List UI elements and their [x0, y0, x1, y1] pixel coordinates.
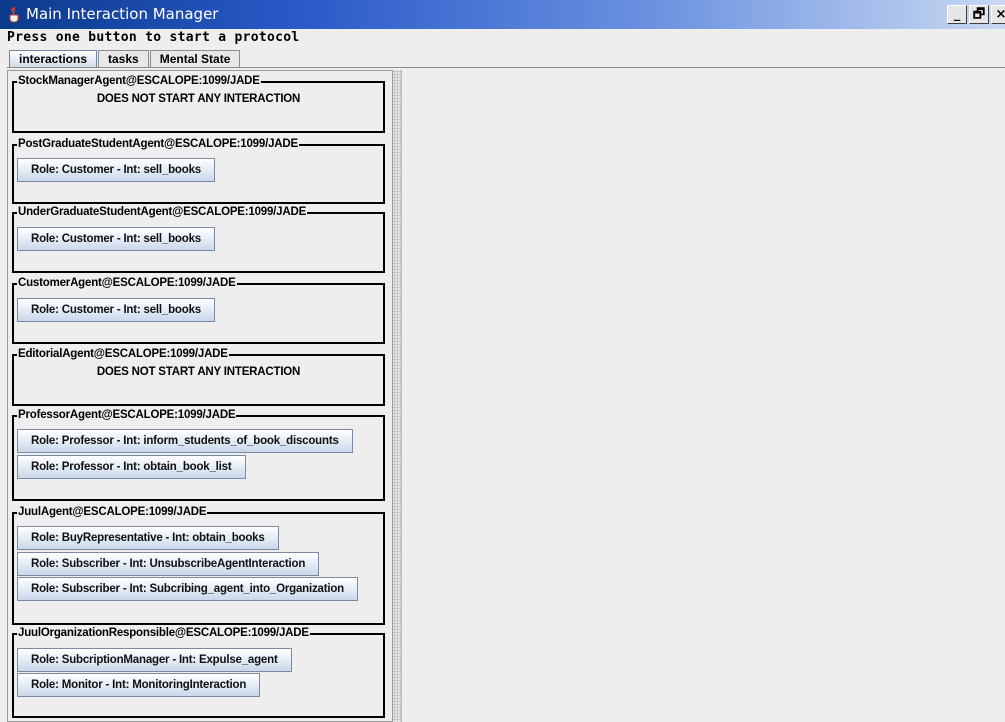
split-pane-divider[interactable]: [393, 70, 401, 722]
agent-name: EditorialAgent@ESCALOPE:1099/JADE: [17, 347, 229, 362]
agent-name: CustomerAgent@ESCALOPE:1099/JADE: [17, 276, 237, 291]
agent-name: JuulAgent@ESCALOPE:1099/JADE: [17, 505, 208, 520]
restore-button[interactable]: 🗗: [969, 5, 989, 24]
agents-panel[interactable]: StockManagerAgent@ESCALOPE:1099/JADE DOE…: [7, 70, 393, 722]
instructions-label: Press one button to start a protocol: [7, 30, 300, 45]
minimize-button[interactable]: _: [947, 5, 967, 24]
title-bar: Main Interaction Manager _ 🗗 ×: [0, 0, 1005, 29]
agent-name: ProfessorAgent@ESCALOPE:1099/JADE: [17, 408, 237, 423]
role-button[interactable]: Role: Customer - Int: sell_books: [17, 298, 215, 322]
tab-baseline: [7, 67, 1005, 68]
detail-panel: [401, 70, 1005, 722]
close-button[interactable]: ×: [991, 5, 1005, 24]
role-button[interactable]: Role: Professor - Int: inform_students_o…: [17, 429, 353, 453]
role-button[interactable]: Role: Subscriber - Int: UnsubscribeAgent…: [17, 552, 320, 576]
agent-group-juul: JuulAgent@ESCALOPE:1099/JADE Role: BuyRe…: [12, 505, 385, 625]
agent-group-juul-organization: JuulOrganizationResponsible@ESCALOPE:109…: [12, 626, 385, 718]
agent-group-professor: ProfessorAgent@ESCALOPE:1099/JADE Role: …: [12, 408, 385, 501]
agent-name: StockManagerAgent@ESCALOPE:1099/JADE: [17, 74, 261, 89]
agent-name: UnderGraduateStudentAgent@ESCALOPE:1099/…: [17, 205, 308, 220]
agent-group-undergraduate: UnderGraduateStudentAgent@ESCALOPE:1099/…: [12, 205, 385, 273]
agent-group-stockmanager: StockManagerAgent@ESCALOPE:1099/JADE DOE…: [12, 74, 385, 133]
tab-tasks[interactable]: tasks: [98, 50, 149, 67]
no-interaction-label: DOES NOT START ANY INTERACTION: [96, 93, 301, 105]
window-title: Main Interaction Manager: [26, 5, 219, 23]
java-cup-icon: [9, 6, 20, 23]
role-button[interactable]: Role: Subscriber - Int: Subcribing_agent…: [17, 577, 358, 601]
tab-interactions[interactable]: interactions: [9, 50, 98, 67]
tab-bar: interactions tasks Mental State: [9, 50, 241, 68]
role-button[interactable]: Role: Monitor - Int: MonitoringInteracti…: [17, 673, 261, 697]
role-button[interactable]: Role: Customer - Int: sell_books: [17, 158, 215, 182]
role-button[interactable]: Role: Customer - Int: sell_books: [17, 227, 215, 251]
no-interaction-label: DOES NOT START ANY INTERACTION: [96, 366, 301, 378]
tab-mental-state[interactable]: Mental State: [149, 50, 241, 67]
role-button[interactable]: Role: SubcriptionManager - Int: Expulse_…: [17, 648, 292, 672]
agent-group-postgraduate: PostGraduateStudentAgent@ESCALOPE:1099/J…: [12, 137, 385, 204]
agent-name: PostGraduateStudentAgent@ESCALOPE:1099/J…: [17, 137, 299, 152]
role-button[interactable]: Role: Professor - Int: obtain_book_list: [17, 455, 246, 479]
role-button[interactable]: Role: BuyRepresentative - Int: obtain_bo…: [17, 526, 279, 550]
agent-name: JuulOrganizationResponsible@ESCALOPE:109…: [17, 626, 310, 641]
agent-group-editorial: EditorialAgent@ESCALOPE:1099/JADE DOES N…: [12, 347, 385, 406]
agent-group-customer: CustomerAgent@ESCALOPE:1099/JADE Role: C…: [12, 276, 385, 344]
